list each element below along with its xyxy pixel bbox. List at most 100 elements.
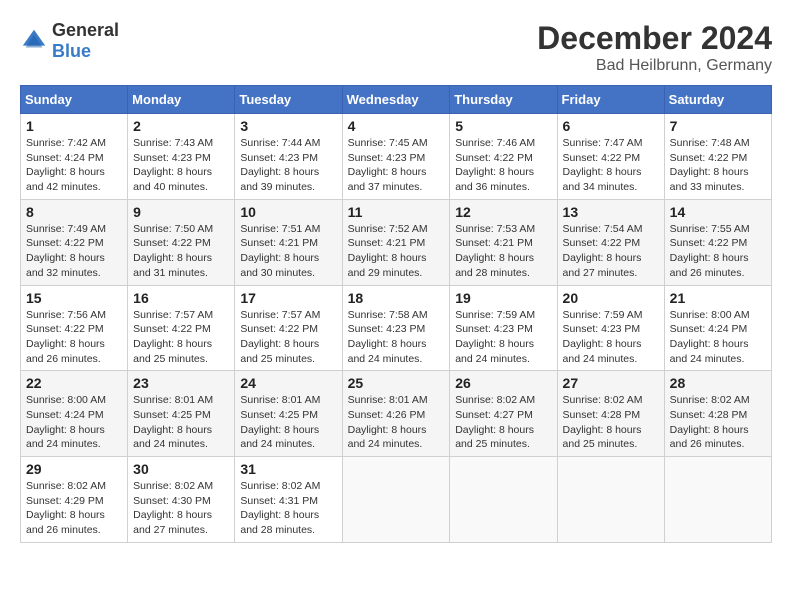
daylight: Daylight: 8 hours and 27 minutes. <box>133 509 212 536</box>
day-info: Sunrise: 8:00 AM Sunset: 4:24 PM Dayligh… <box>670 308 766 367</box>
daylight: Daylight: 8 hours and 26 minutes. <box>26 509 105 536</box>
sunset: Sunset: 4:22 PM <box>670 237 748 249</box>
daylight: Daylight: 8 hours and 26 minutes. <box>26 338 105 365</box>
sunrise: Sunrise: 7:57 AM <box>133 309 213 321</box>
daylight: Daylight: 8 hours and 39 minutes. <box>240 166 319 193</box>
daylight: Daylight: 8 hours and 34 minutes. <box>563 166 642 193</box>
day-info: Sunrise: 7:46 AM Sunset: 4:22 PM Dayligh… <box>455 136 551 195</box>
sunrise: Sunrise: 7:45 AM <box>348 137 428 149</box>
daylight: Daylight: 8 hours and 32 minutes. <box>26 252 105 279</box>
sunset: Sunset: 4:23 PM <box>455 323 533 335</box>
calendar-cell: 1 Sunrise: 7:42 AM Sunset: 4:24 PM Dayli… <box>21 114 128 200</box>
daylight: Daylight: 8 hours and 42 minutes. <box>26 166 105 193</box>
calendar-cell: 27 Sunrise: 8:02 AM Sunset: 4:28 PM Dayl… <box>557 371 664 457</box>
calendar-cell: 8 Sunrise: 7:49 AM Sunset: 4:22 PM Dayli… <box>21 199 128 285</box>
daylight: Daylight: 8 hours and 30 minutes. <box>240 252 319 279</box>
day-info: Sunrise: 7:58 AM Sunset: 4:23 PM Dayligh… <box>348 308 445 367</box>
calendar-week-5: 29 Sunrise: 8:02 AM Sunset: 4:29 PM Dayl… <box>21 457 772 543</box>
sunrise: Sunrise: 7:44 AM <box>240 137 320 149</box>
sunrise: Sunrise: 8:02 AM <box>670 394 750 406</box>
sunset: Sunset: 4:24 PM <box>26 409 104 421</box>
sunset: Sunset: 4:22 PM <box>455 152 533 164</box>
col-thursday: Thursday <box>450 86 557 114</box>
day-number: 9 <box>133 204 229 220</box>
sunrise: Sunrise: 7:59 AM <box>563 309 643 321</box>
day-number: 10 <box>240 204 336 220</box>
calendar-cell: 10 Sunrise: 7:51 AM Sunset: 4:21 PM Dayl… <box>235 199 342 285</box>
calendar-header: Sunday Monday Tuesday Wednesday Thursday… <box>21 86 772 114</box>
calendar-cell: 18 Sunrise: 7:58 AM Sunset: 4:23 PM Dayl… <box>342 285 450 371</box>
day-info: Sunrise: 7:57 AM Sunset: 4:22 PM Dayligh… <box>133 308 229 367</box>
day-number: 7 <box>670 118 766 134</box>
col-sunday: Sunday <box>21 86 128 114</box>
calendar-week-3: 15 Sunrise: 7:56 AM Sunset: 4:22 PM Dayl… <box>21 285 772 371</box>
daylight: Daylight: 8 hours and 24 minutes. <box>133 424 212 451</box>
sunrise: Sunrise: 7:51 AM <box>240 223 320 235</box>
calendar-cell: 16 Sunrise: 7:57 AM Sunset: 4:22 PM Dayl… <box>128 285 235 371</box>
sunrise: Sunrise: 8:00 AM <box>670 309 750 321</box>
calendar-cell: 5 Sunrise: 7:46 AM Sunset: 4:22 PM Dayli… <box>450 114 557 200</box>
day-info: Sunrise: 8:02 AM Sunset: 4:27 PM Dayligh… <box>455 393 551 452</box>
sunrise: Sunrise: 7:42 AM <box>26 137 106 149</box>
calendar-cell <box>450 457 557 543</box>
title-block: December 2024 Bad Heilbrunn, Germany <box>537 20 772 75</box>
day-number: 15 <box>26 290 122 306</box>
sunset: Sunset: 4:21 PM <box>348 237 426 249</box>
day-info: Sunrise: 7:47 AM Sunset: 4:22 PM Dayligh… <box>563 136 659 195</box>
sunset: Sunset: 4:29 PM <box>26 495 104 507</box>
sunrise: Sunrise: 8:00 AM <box>26 394 106 406</box>
logo: General Blue <box>20 20 119 62</box>
calendar-subtitle: Bad Heilbrunn, Germany <box>537 57 772 75</box>
calendar-cell: 3 Sunrise: 7:44 AM Sunset: 4:23 PM Dayli… <box>235 114 342 200</box>
day-number: 5 <box>455 118 551 134</box>
calendar-cell: 26 Sunrise: 8:02 AM Sunset: 4:27 PM Dayl… <box>450 371 557 457</box>
day-number: 25 <box>348 375 445 391</box>
sunset: Sunset: 4:22 PM <box>670 152 748 164</box>
sunrise: Sunrise: 8:01 AM <box>133 394 213 406</box>
sunrise: Sunrise: 7:55 AM <box>670 223 750 235</box>
daylight: Daylight: 8 hours and 26 minutes. <box>670 252 749 279</box>
day-number: 30 <box>133 461 229 477</box>
sunrise: Sunrise: 8:02 AM <box>26 480 106 492</box>
daylight: Daylight: 8 hours and 24 minutes. <box>348 338 427 365</box>
calendar-title: December 2024 <box>537 20 772 57</box>
daylight: Daylight: 8 hours and 26 minutes. <box>670 424 749 451</box>
daylight: Daylight: 8 hours and 24 minutes. <box>455 338 534 365</box>
sunset: Sunset: 4:23 PM <box>348 152 426 164</box>
day-info: Sunrise: 8:02 AM Sunset: 4:31 PM Dayligh… <box>240 479 336 538</box>
day-number: 29 <box>26 461 122 477</box>
col-friday: Friday <box>557 86 664 114</box>
col-monday: Monday <box>128 86 235 114</box>
day-info: Sunrise: 8:02 AM Sunset: 4:28 PM Dayligh… <box>563 393 659 452</box>
sunset: Sunset: 4:28 PM <box>670 409 748 421</box>
sunrise: Sunrise: 8:02 AM <box>240 480 320 492</box>
day-info: Sunrise: 7:56 AM Sunset: 4:22 PM Dayligh… <box>26 308 122 367</box>
calendar-body: 1 Sunrise: 7:42 AM Sunset: 4:24 PM Dayli… <box>21 114 772 543</box>
daylight: Daylight: 8 hours and 24 minutes. <box>670 338 749 365</box>
day-info: Sunrise: 8:01 AM Sunset: 4:26 PM Dayligh… <box>348 393 445 452</box>
logo-blue: Blue <box>52 41 91 61</box>
daylight: Daylight: 8 hours and 25 minutes. <box>240 338 319 365</box>
calendar-week-2: 8 Sunrise: 7:49 AM Sunset: 4:22 PM Dayli… <box>21 199 772 285</box>
sunrise: Sunrise: 7:58 AM <box>348 309 428 321</box>
calendar-cell: 4 Sunrise: 7:45 AM Sunset: 4:23 PM Dayli… <box>342 114 450 200</box>
sunset: Sunset: 4:28 PM <box>563 409 641 421</box>
day-info: Sunrise: 7:45 AM Sunset: 4:23 PM Dayligh… <box>348 136 445 195</box>
daylight: Daylight: 8 hours and 25 minutes. <box>133 338 212 365</box>
calendar-cell: 9 Sunrise: 7:50 AM Sunset: 4:22 PM Dayli… <box>128 199 235 285</box>
sunrise: Sunrise: 8:01 AM <box>240 394 320 406</box>
day-number: 19 <box>455 290 551 306</box>
sunrise: Sunrise: 8:01 AM <box>348 394 428 406</box>
day-info: Sunrise: 8:02 AM Sunset: 4:29 PM Dayligh… <box>26 479 122 538</box>
sunrise: Sunrise: 7:49 AM <box>26 223 106 235</box>
sunset: Sunset: 4:23 PM <box>133 152 211 164</box>
calendar-cell: 31 Sunrise: 8:02 AM Sunset: 4:31 PM Dayl… <box>235 457 342 543</box>
calendar-cell: 21 Sunrise: 8:00 AM Sunset: 4:24 PM Dayl… <box>664 285 771 371</box>
sunset: Sunset: 4:31 PM <box>240 495 318 507</box>
sunset: Sunset: 4:24 PM <box>670 323 748 335</box>
calendar-cell: 13 Sunrise: 7:54 AM Sunset: 4:22 PM Dayl… <box>557 199 664 285</box>
sunset: Sunset: 4:21 PM <box>455 237 533 249</box>
daylight: Daylight: 8 hours and 28 minutes. <box>240 509 319 536</box>
day-info: Sunrise: 7:44 AM Sunset: 4:23 PM Dayligh… <box>240 136 336 195</box>
page-header: General Blue December 2024 Bad Heilbrunn… <box>20 20 772 75</box>
